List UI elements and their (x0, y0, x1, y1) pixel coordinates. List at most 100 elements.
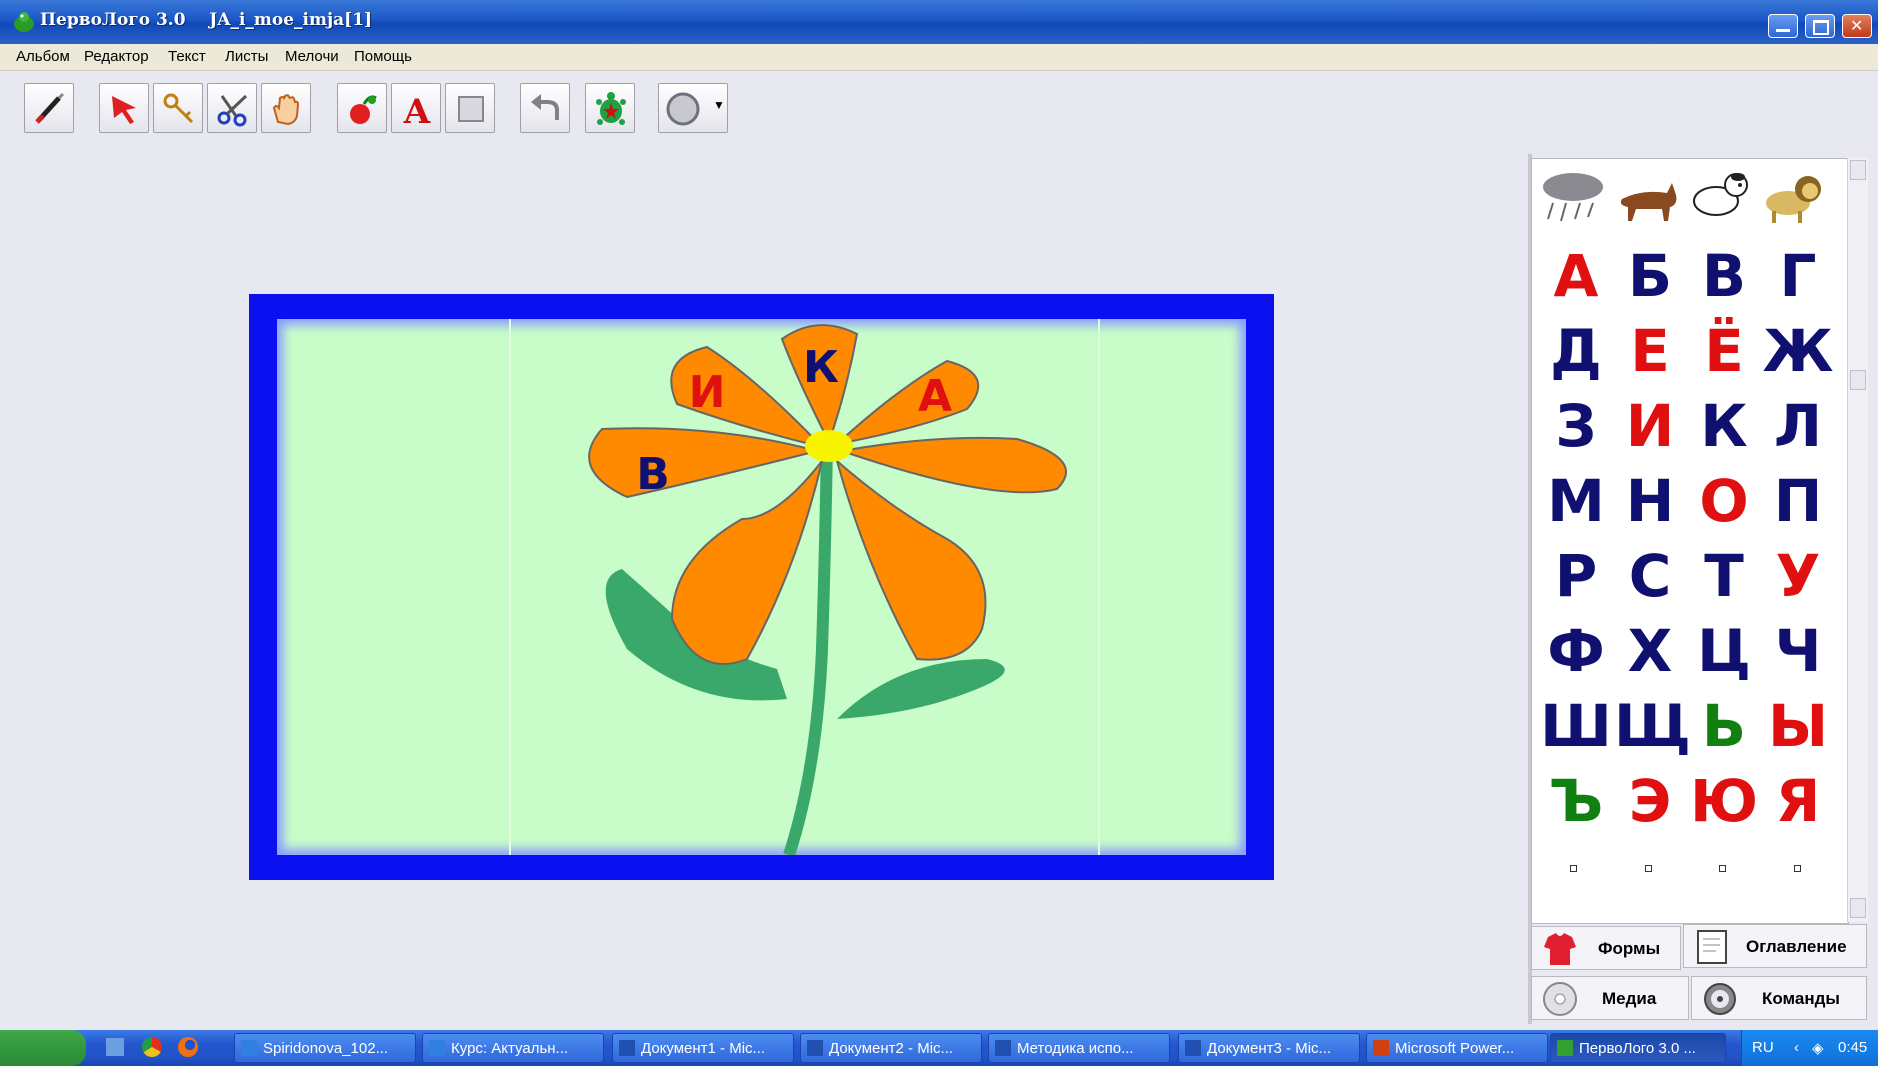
taskbar-item[interactable]: Spiridonova_102... (234, 1033, 416, 1063)
dog-icon[interactable] (1686, 169, 1756, 225)
tab-commands[interactable]: Команды (1691, 976, 1867, 1020)
alphabet-letter[interactable]: Ы (1762, 691, 1834, 761)
text-tool-button[interactable]: A (391, 83, 441, 133)
alphabet-letter[interactable]: Ь (1688, 691, 1760, 761)
rain-cloud-icon[interactable] (1538, 169, 1608, 225)
tab-forms[interactable]: Формы (1531, 926, 1681, 970)
new-character-button[interactable] (337, 83, 387, 133)
hand-tool-button[interactable] (261, 83, 311, 133)
undo-button[interactable] (520, 83, 570, 133)
scroll-down-button[interactable] (1850, 898, 1866, 918)
alphabet-letter[interactable]: Ц (1688, 616, 1760, 686)
word-icon (1185, 1040, 1201, 1056)
taskbar-item[interactable]: Microsoft Power... (1366, 1033, 1548, 1063)
alphabet-letter[interactable]: Ё (1688, 316, 1760, 386)
pointer-tool-button[interactable] (99, 83, 149, 133)
menu-help[interactable]: Помощь (354, 48, 412, 65)
alphabet-letter[interactable]: Л (1762, 391, 1834, 461)
taskbar-item[interactable]: Документ1 - Mic... (612, 1033, 794, 1063)
minimize-button[interactable] (1768, 14, 1798, 38)
alphabet-letter[interactable]: Ч (1762, 616, 1834, 686)
scroll-thumb[interactable] (1850, 370, 1866, 390)
alphabet-letter[interactable]: Е (1614, 316, 1686, 386)
menu-album[interactable]: Альбом (16, 48, 70, 65)
arrow-pointer-icon (112, 96, 136, 124)
alphabet-letter[interactable]: И (1614, 391, 1686, 461)
firefox-icon[interactable] (178, 1037, 198, 1057)
alphabet-letter[interactable]: Ю (1688, 766, 1760, 836)
taskbar-item[interactable]: Курс: Актуальн... (422, 1033, 604, 1063)
cat-icon[interactable] (1612, 171, 1682, 227)
alphabet-letter[interactable]: К (1688, 391, 1760, 461)
alphabet-letter[interactable]: У (1762, 541, 1834, 611)
taskbar-item[interactable]: Документ3 - Mic... (1178, 1033, 1360, 1063)
shape-selector-dropdown[interactable]: ▼ (658, 83, 728, 133)
alphabet-letter[interactable]: Ъ (1540, 766, 1612, 836)
network-icon[interactable]: ◈ (1812, 1039, 1824, 1057)
alphabet-letter[interactable]: П (1762, 466, 1834, 536)
system-tray: RU ‹ ◈ 0:45 (1741, 1030, 1878, 1066)
start-button[interactable] (0, 1030, 86, 1066)
quick-launch-desktop-icon[interactable] (106, 1038, 124, 1056)
turtle-button[interactable] (585, 83, 635, 133)
chrome-icon[interactable] (142, 1037, 162, 1057)
taskbar-item-label: Spiridonova_102... (263, 1040, 389, 1057)
alphabet-letter[interactable]: Щ (1614, 691, 1691, 761)
brush-tool-button[interactable] (24, 83, 74, 133)
menu-editor[interactable]: Редактор (84, 48, 149, 65)
shirt-icon (1544, 933, 1576, 965)
alphabet-letter[interactable]: А (1540, 241, 1612, 311)
alphabet-letter[interactable]: М (1540, 466, 1612, 536)
alphabet-letter[interactable]: Д (1540, 316, 1612, 386)
alphabet-letter[interactable]: Г (1762, 241, 1834, 311)
taskbar-item-label: Документ3 - Mic... (1207, 1040, 1332, 1057)
alphabet-letter[interactable]: Н (1614, 466, 1686, 536)
app-icon (14, 12, 34, 32)
steering-wheel-icon (1704, 983, 1736, 1015)
alphabet-letter[interactable]: Э (1614, 766, 1686, 836)
tab-media[interactable]: Медиа (1531, 976, 1689, 1020)
empty-slot[interactable] (1645, 865, 1652, 872)
ie-icon (241, 1040, 257, 1056)
alphabet-letter[interactable]: З (1540, 391, 1612, 461)
alphabet-letter[interactable]: С (1614, 541, 1686, 611)
taskbar-item[interactable]: Документ2 - Mic... (800, 1033, 982, 1063)
menu-text[interactable]: Текст (168, 48, 206, 65)
alphabet-letter[interactable]: Х (1614, 616, 1686, 686)
alphabet-letter[interactable]: О (1688, 466, 1760, 536)
shape-tool-button[interactable] (445, 83, 495, 133)
petal-right (838, 436, 1067, 494)
panel-scrollbar[interactable] (1847, 158, 1868, 922)
tray-arrow-icon[interactable]: ‹ (1794, 1039, 1799, 1056)
alphabet-letter[interactable]: Т (1688, 541, 1760, 611)
alphabet-letter[interactable]: В (1688, 241, 1760, 311)
word-icon (619, 1040, 635, 1056)
scissors-tool-button[interactable] (207, 83, 257, 133)
flower-letter-right: А (918, 371, 952, 422)
menu-sheets[interactable]: Листы (225, 48, 268, 65)
petal-left (588, 427, 821, 499)
empty-slot[interactable] (1570, 865, 1577, 872)
tab-contents[interactable]: Оглавление (1683, 924, 1867, 968)
taskbar: Spiridonova_102... Курс: Актуальн... Докум… (0, 1030, 1878, 1066)
alphabet-letter[interactable]: Ф (1540, 616, 1612, 686)
key-tool-button[interactable] (153, 83, 203, 133)
lion-icon[interactable] (1760, 169, 1830, 225)
alphabet-letter[interactable]: Ш (1540, 691, 1612, 761)
menu-misc[interactable]: Мелочи (285, 48, 339, 65)
empty-slot[interactable] (1719, 865, 1726, 872)
petal-lower-right (835, 458, 987, 661)
taskbar-item[interactable]: ПервоЛого 3.0 ... (1550, 1033, 1726, 1063)
alphabet-letter[interactable]: Р (1540, 541, 1612, 611)
alphabet-letter[interactable]: Я (1762, 766, 1834, 836)
alphabet-letter[interactable]: Б (1614, 241, 1686, 311)
taskbar-item[interactable]: Методика испо... (988, 1033, 1170, 1063)
close-button[interactable]: ✕ (1842, 14, 1872, 38)
empty-slot[interactable] (1794, 865, 1801, 872)
maximize-button[interactable] (1805, 14, 1835, 38)
tab-contents-label: Оглавление (1746, 937, 1847, 956)
drawing-canvas[interactable]: К И А В (277, 319, 1246, 855)
alphabet-letter[interactable]: Ж (1762, 316, 1834, 386)
language-indicator[interactable]: RU (1752, 1039, 1774, 1056)
scroll-up-button[interactable] (1850, 160, 1866, 180)
